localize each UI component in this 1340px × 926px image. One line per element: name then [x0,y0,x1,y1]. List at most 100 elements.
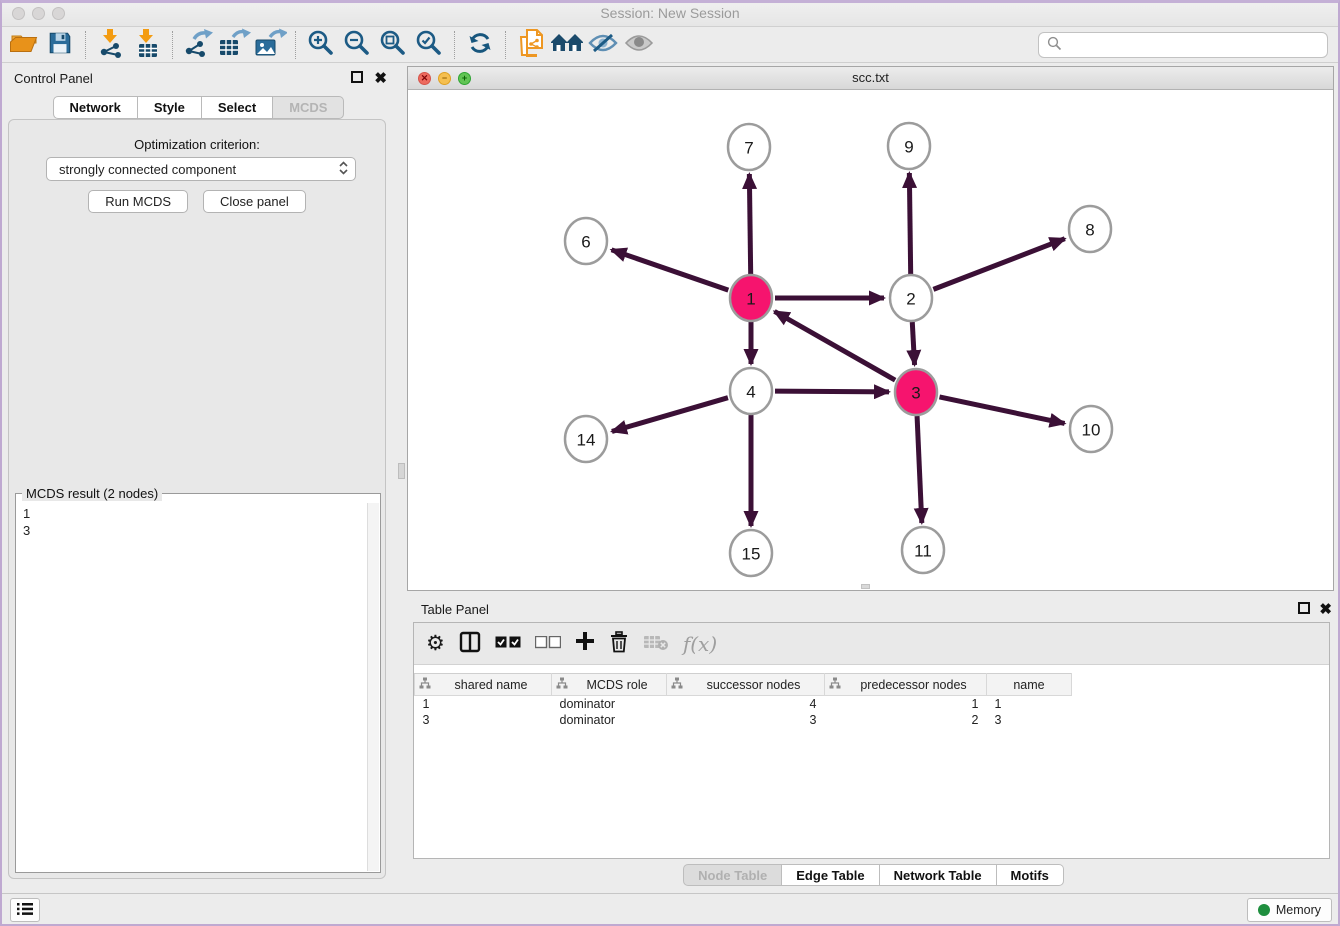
tab-network-table[interactable]: Network Table [880,864,997,886]
float-table-panel-icon[interactable] [1298,602,1310,614]
graph-node-label-2: 2 [906,290,915,309]
dropdown-stepper-icon [338,160,349,179]
table-panel-title: Table Panel [421,602,489,617]
tab-mcds[interactable]: MCDS [273,96,344,119]
graph-edge-2-9[interactable] [909,173,910,274]
export-table-button[interactable] [216,29,252,61]
cell-name[interactable]: 3 [987,712,1072,728]
tab-style[interactable]: Style [138,96,202,119]
zoom-fit-icon [379,29,407,60]
node-table-container: ⚙ f(x) shared name MCDS role successor n… [413,622,1330,859]
cell-name[interactable]: 1 [987,696,1072,712]
cell-successor-nodes[interactable]: 3 [667,712,825,728]
cell-predecessor-nodes[interactable]: 2 [825,712,987,728]
zoom-out-button[interactable] [339,29,375,61]
cell-shared-name[interactable]: 3 [415,712,552,728]
column-header-successor-nodes[interactable]: successor nodes [667,674,825,696]
cell-shared-name[interactable]: 1 [415,696,552,712]
open-session-button[interactable] [6,29,42,61]
unchecked-boxes-icon [535,636,561,652]
close-table-panel-icon[interactable]: ✖ [1319,600,1332,618]
hide-selected-button[interactable] [585,29,621,61]
cell-mcds-role[interactable]: dominator [552,712,667,728]
column-header-mcds-role[interactable]: MCDS role [552,674,667,696]
optimization-criterion-label: Optimization criterion: [9,137,385,152]
node-table[interactable]: shared name MCDS role successor nodes pr… [414,673,1072,728]
criterion-dropdown[interactable]: strongly connected component [46,157,356,181]
show-all-button[interactable] [621,29,657,61]
graph-edge-3-1[interactable] [774,311,895,380]
export-network-button[interactable] [180,29,216,61]
import-network-button[interactable] [93,29,129,61]
import-table-button[interactable] [129,29,165,61]
export-image-button[interactable] [252,29,288,61]
column-header-predecessor-nodes[interactable]: predecessor nodes [825,674,987,696]
copy-network-view-button[interactable] [513,29,549,61]
tab-network[interactable]: Network [53,96,138,119]
column-mapping-icon [829,677,841,692]
search-input[interactable] [1068,38,1319,53]
graph-edge-3-10[interactable] [939,397,1064,423]
column-header-shared-name[interactable]: shared name [415,674,552,696]
home-layout-button[interactable] [549,29,585,61]
graph-edge-1-6[interactable] [612,250,729,290]
mcds-result-scrollbar[interactable] [367,503,379,871]
graph-edge-1-7[interactable] [749,174,750,274]
tab-select[interactable]: Select [202,96,273,119]
zoom-in-button[interactable] [303,29,339,61]
show-columns-button[interactable] [459,629,481,659]
close-panel-button[interactable]: Close panel [203,190,306,213]
mcds-result-list[interactable]: 1 3 [17,503,367,871]
graph-edge-2-3[interactable] [912,322,914,365]
tab-node-table[interactable]: Node Table [683,864,782,886]
graph-node-label-8: 8 [1085,221,1094,240]
function-builder-button-disabled: f(x) [683,629,717,659]
delete-button[interactable] [609,629,629,659]
task-history-button[interactable] [10,898,40,922]
toolbar-separator [85,31,86,59]
memory-status-icon [1258,904,1270,916]
control-panel: Control Panel ✖ Network Style Select MCD… [0,63,397,893]
zoom-selected-button[interactable] [411,29,447,61]
refresh-view-button[interactable] [462,29,498,61]
create-column-button[interactable] [575,629,595,659]
save-session-button[interactable] [42,29,78,61]
graph-edge-4-14[interactable] [612,398,728,432]
network-canvas[interactable]: 1234678910111415 [408,90,1333,590]
graph-node-label-15: 15 [742,545,761,564]
export-network-icon [182,28,214,61]
cell-predecessor-nodes[interactable]: 1 [825,696,987,712]
run-mcds-button[interactable]: Run MCDS [88,190,188,213]
delete-column-icon [643,633,669,654]
cell-successor-nodes[interactable]: 4 [667,696,825,712]
select-all-rows-button[interactable] [495,629,521,659]
table-settings-button[interactable]: ⚙ [426,629,445,659]
home-houses-icon [550,30,584,59]
tab-edge-table[interactable]: Edge Table [782,864,879,886]
tab-motifs[interactable]: Motifs [997,864,1064,886]
column-header-name[interactable]: name [987,674,1072,696]
search-field[interactable] [1038,32,1328,58]
graph-edge-3-11[interactable] [917,416,922,523]
table-row[interactable]: 3 dominator 3 2 3 [415,712,1072,728]
network-graph[interactable]: 1234678910111415 [408,90,1333,590]
panel-divider[interactable] [397,63,407,893]
deselect-all-rows-button[interactable] [535,629,561,659]
float-panel-icon[interactable] [351,71,363,83]
graph-edge-2-8[interactable] [933,239,1064,290]
zoom-out-icon [343,29,371,60]
cell-mcds-role[interactable]: dominator [552,696,667,712]
close-panel-icon[interactable]: ✖ [374,69,387,87]
control-panel-title: Control Panel [14,71,93,86]
network-window-titlebar[interactable]: ✕ − + scc.txt [408,67,1333,90]
memory-button[interactable]: Memory [1247,898,1332,922]
toolbar-separator [454,31,455,59]
canvas-resize-handle[interactable] [861,584,870,589]
table-row[interactable]: 1 dominator 4 1 1 [415,696,1072,712]
import-network-icon [96,28,126,61]
zoom-fit-button[interactable] [375,29,411,61]
graph-node-label-4: 4 [746,383,755,402]
graph-edge-4-3[interactable] [775,391,889,392]
divider-handle-icon[interactable] [398,463,405,479]
export-table-icon [217,28,251,61]
